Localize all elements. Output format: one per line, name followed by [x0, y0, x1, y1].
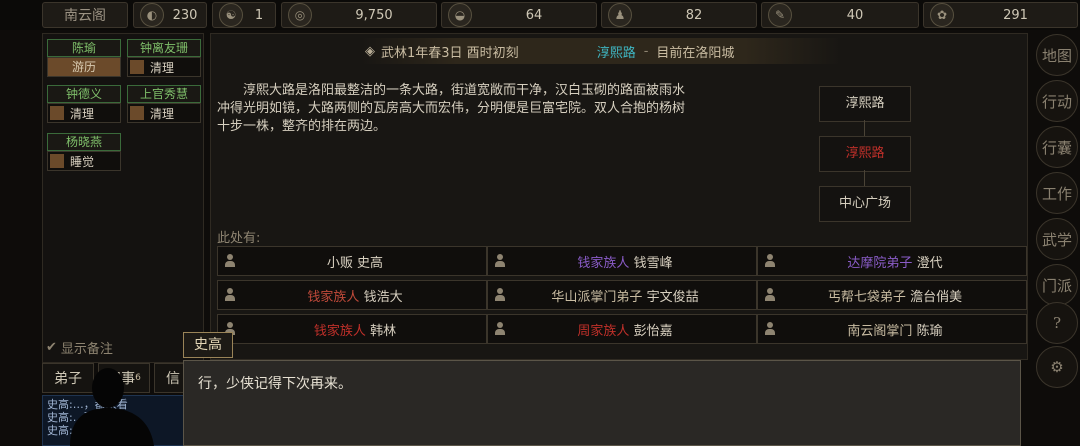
sect-button[interactable]: 门派 — [1036, 264, 1078, 306]
person-icon — [224, 288, 236, 302]
party-member-card[interactable]: 上官秀慧 清理 — [127, 85, 201, 123]
location-panel: ◈ 武林1年春3日 酉时初刻 淳熙路 - 目前在洛阳城 淳熙大路是洛阳最整洁的一… — [210, 33, 1028, 360]
npc-name: 小贩 史高 — [326, 255, 384, 271]
speaker-portrait — [70, 368, 154, 446]
npc-tag: 华山派掌门弟子 — [551, 289, 643, 305]
npc-entry[interactable]: 钱家族人 钱浩大 — [217, 280, 487, 310]
npc-tag: 达摩院弟子 — [847, 255, 913, 271]
npc-tag: 钱家族人 — [307, 289, 360, 305]
npc-name: 陈瑜 — [916, 323, 943, 339]
npc-name: 钱浩大 — [363, 289, 403, 305]
party-panel: 陈瑜 游历 钟离友珊 清理 钟德义 清理 上官秀慧 清理 杨晓燕 睡觉 — [42, 33, 204, 363]
npc-tag: 周家族人 — [577, 323, 630, 339]
npc-entry[interactable]: 钱家族人 韩林 — [217, 314, 487, 344]
party-member-card[interactable]: 陈瑜 游历 — [47, 39, 121, 77]
game-date: 武林1年春3日 酉时初刻 — [381, 45, 519, 61]
person-icon — [494, 288, 506, 302]
map-node-north[interactable]: 淳熙路 — [819, 86, 911, 122]
stat-compass: ◐ 230 — [133, 2, 207, 28]
party-member-name: 杨晓燕 — [47, 133, 121, 151]
npc-entry[interactable]: 丐帮七袋弟子 澹台俏美 — [757, 280, 1027, 310]
npc-tag: 钱家族人 — [313, 323, 366, 339]
stat-coin: ◎ 9,750 — [281, 2, 437, 28]
yinyang-icon: ☯ — [219, 3, 243, 27]
martial-arts-button[interactable]: 武学 — [1036, 218, 1078, 260]
npc-tag: 南云阁掌门 — [847, 323, 913, 339]
stat-brush: ✎ 40 — [761, 2, 919, 28]
beast-icon: ✿ — [930, 3, 954, 27]
person-icon — [764, 322, 776, 336]
dialog-box[interactable]: 行，少侠记得下次再来。 — [183, 360, 1021, 446]
figure-icon: ♟ — [608, 3, 632, 27]
food-icon: ◒ — [448, 3, 472, 27]
action-swatch — [50, 106, 64, 120]
party-member-name: 钟德义 — [47, 85, 121, 103]
action-button[interactable]: 行动 — [1036, 80, 1078, 122]
map-button[interactable]: 地图 — [1036, 34, 1078, 76]
party-member-card[interactable]: 钟德义 清理 — [47, 85, 121, 123]
inventory-button[interactable]: 行囊 — [1036, 126, 1078, 168]
here-label: 此处有: — [217, 231, 261, 246]
party-member-name: 陈瑜 — [47, 39, 121, 57]
party-member-card[interactable]: 钟离友珊 清理 — [127, 39, 201, 77]
npc-name: 彭怡嘉 — [633, 323, 673, 339]
stat-food: ◒ 64 — [441, 2, 597, 28]
party-member-action: 游历 — [47, 57, 121, 77]
person-icon — [224, 254, 236, 268]
party-member-action: 睡觉 — [47, 151, 121, 171]
stat-figure: ♟ 82 — [601, 2, 757, 28]
action-swatch — [130, 106, 144, 120]
party-member-action: 清理 — [47, 103, 121, 123]
npc-name: 澄代 — [916, 255, 943, 271]
settings-icon[interactable]: ⚙ — [1036, 346, 1078, 388]
npc-entry[interactable]: 达摩院弟子 澄代 — [757, 246, 1027, 276]
map-connector — [864, 120, 865, 136]
checkmark-icon: ✔ — [46, 340, 57, 355]
map-connector — [864, 170, 865, 186]
party-member-action: 清理 — [127, 103, 201, 123]
coin-icon: ◎ — [288, 3, 312, 27]
npc-name: 韩林 — [370, 323, 397, 339]
stat-yinyang: ☯ 1 — [212, 2, 276, 28]
sect-name[interactable]: 南云阁 — [42, 2, 128, 28]
action-swatch — [50, 154, 64, 168]
npc-entry[interactable]: 周家族人 彭怡嘉 — [487, 314, 757, 344]
npc-name: 澹台俏美 — [910, 289, 963, 305]
stat-beast: ✿ 291 — [923, 2, 1078, 28]
brush-icon: ✎ — [768, 3, 792, 27]
city-note: 目前在洛阳城 — [656, 45, 735, 61]
help-icon[interactable]: ? — [1036, 302, 1078, 344]
map-node-current: 淳熙路 — [819, 136, 911, 172]
map-node-south[interactable]: 中心广场 — [819, 186, 911, 222]
diamond-icon: ◈ — [365, 43, 375, 59]
person-icon — [764, 288, 776, 302]
action-swatch — [130, 60, 144, 74]
npc-name: 钱雪峰 — [633, 255, 673, 271]
npc-tag: 钱家族人 — [577, 255, 630, 271]
speaker-name: 史高 — [183, 332, 233, 358]
compass-icon: ◐ — [140, 3, 164, 27]
npc-entry[interactable]: 小贩 史高 — [217, 246, 487, 276]
party-member-name: 钟离友珊 — [127, 39, 201, 57]
location-description: 淳熙大路是洛阳最整洁的一条大路，街道宽敞而干净，汉白玉砌的路面被雨水冲得光明如镜… — [217, 83, 686, 134]
npc-name: 宇文俊喆 — [646, 289, 699, 305]
npc-tag: 丐帮七袋弟子 — [827, 289, 906, 305]
person-icon — [494, 322, 506, 336]
show-remark-toggle[interactable]: ✔ 显示备注 — [46, 338, 113, 357]
location-header: ◈ 武林1年春3日 酉时初刻 淳熙路 - 目前在洛阳城 — [361, 38, 841, 64]
work-button[interactable]: 工作 — [1036, 172, 1078, 214]
party-member-name: 上官秀慧 — [127, 85, 201, 103]
top-resource-bar: 南云阁 ◐ 230 ☯ 1 ◎ 9,750 ◒ 64 ♟ 82 ✎ 40 ✿ 291 — [0, 0, 1080, 30]
npc-entry[interactable]: 南云阁掌门 陈瑜 — [757, 314, 1027, 344]
party-member-card[interactable]: 杨晓燕 睡觉 — [47, 133, 121, 171]
npc-entry[interactable]: 钱家族人 钱雪峰 — [487, 246, 757, 276]
party-member-action: 清理 — [127, 57, 201, 77]
npc-entry[interactable]: 华山派掌门弟子 宇文俊喆 — [487, 280, 757, 310]
dialog-text: 行，少侠记得下次再来。 — [198, 376, 352, 392]
person-icon — [764, 254, 776, 268]
person-icon — [494, 254, 506, 268]
location-name: 淳熙路 — [596, 45, 636, 61]
